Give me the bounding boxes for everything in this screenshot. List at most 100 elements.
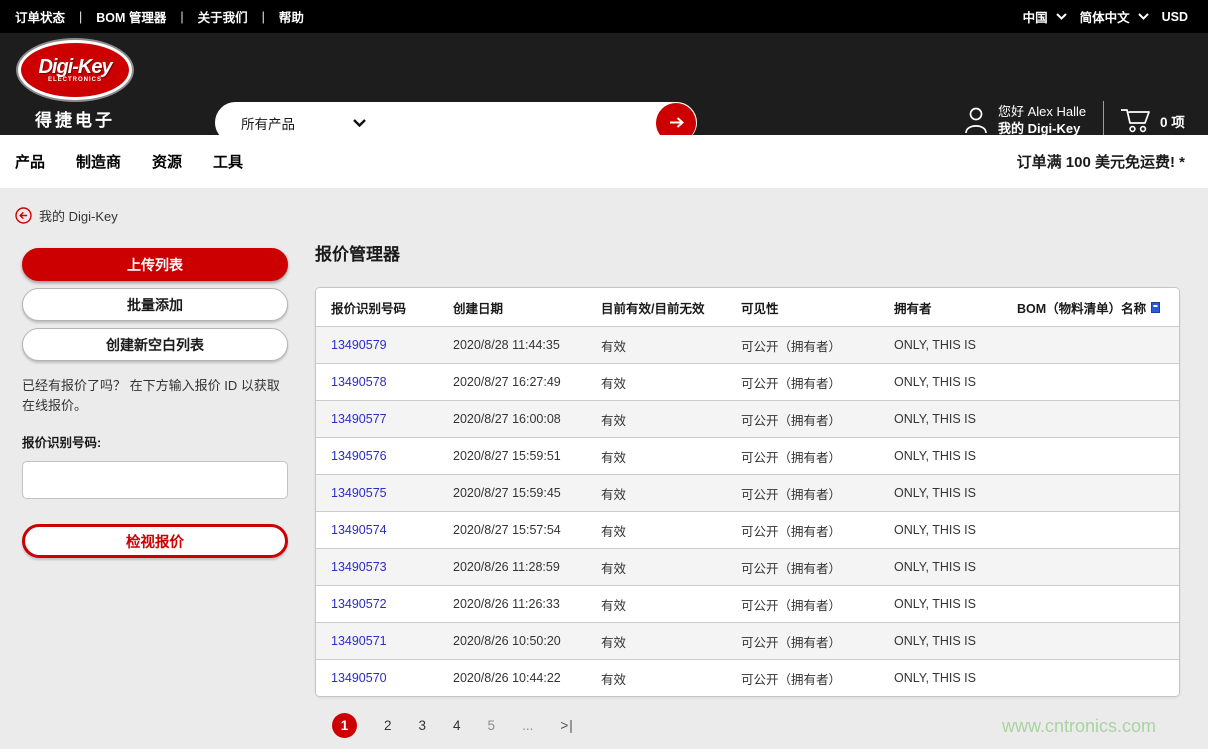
cart-icon: [1120, 107, 1151, 134]
quote-id-link[interactable]: 13490573: [331, 560, 387, 574]
pagination-ellipsis: ...: [522, 718, 533, 733]
view-quote-button[interactable]: 检视报价: [22, 524, 288, 558]
visibility-cell: 可公开（拥有者）: [741, 336, 894, 355]
search-category-dropdown[interactable]: 所有产品: [215, 113, 376, 133]
topbar-link-bom-manager[interactable]: BOM 管理器: [96, 7, 166, 26]
quote-id-input[interactable]: [22, 461, 288, 499]
owner-cell: ONLY, THIS IS: [894, 375, 1017, 389]
currency-label: USD: [1162, 10, 1188, 24]
status-cell: 有效: [601, 373, 741, 392]
visibility-cell: 可公开（拥有者）: [741, 521, 894, 540]
table-row: 13490578 2020/8/27 16:27:49 有效 可公开（拥有者） …: [316, 363, 1179, 400]
nav-item-manufacturers[interactable]: 制造商: [76, 151, 121, 172]
owner-cell: ONLY, THIS IS: [894, 634, 1017, 648]
owner-cell: ONLY, THIS IS: [894, 412, 1017, 426]
topbar-link-about-us[interactable]: 关于我们: [198, 7, 248, 26]
quote-id-label: 报价识别号码:: [22, 432, 288, 451]
quote-id-link[interactable]: 13490574: [331, 523, 387, 537]
quote-id-link[interactable]: 13490576: [331, 449, 387, 463]
column-header-visibility: 可见性: [741, 298, 894, 317]
breadcrumb[interactable]: 我的 Digi-Key: [15, 206, 118, 225]
visibility-cell: 可公开（拥有者）: [741, 632, 894, 651]
table-row: 13490572 2020/8/26 11:26:33 有效 可公开（拥有者） …: [316, 585, 1179, 622]
pagination-page-5[interactable]: 5: [488, 718, 496, 733]
status-cell: 有效: [601, 669, 741, 688]
topbar-locale-controls: 中国 简体中文 USD: [1023, 7, 1188, 26]
owner-cell: ONLY, THIS IS: [894, 523, 1017, 537]
created-date-cell: 2020/8/28 11:44:35: [453, 338, 601, 352]
breadcrumb-label: 我的 Digi-Key: [39, 206, 118, 225]
pagination-page-2[interactable]: 2: [384, 718, 392, 733]
created-date-cell: 2020/8/26 10:50:20: [453, 634, 601, 648]
pagination-last-page-button[interactable]: >|: [560, 718, 573, 733]
visibility-cell: 可公开（拥有者）: [741, 558, 894, 577]
table-row: 13490576 2020/8/27 15:59:51 有效 可公开（拥有者） …: [316, 437, 1179, 474]
column-header-status: 目前有效/目前无效: [601, 298, 741, 317]
search-input[interactable]: [376, 108, 656, 138]
visibility-cell: 可公开（拥有者）: [741, 447, 894, 466]
table-row: 13490570 2020/8/26 10:44:22 有效 可公开（拥有者） …: [316, 659, 1179, 696]
account-menu[interactable]: 您好 Alex Halle 我的 Digi-Key: [963, 103, 1086, 137]
visibility-cell: 可公开（拥有者）: [741, 484, 894, 503]
status-cell: 有效: [601, 447, 741, 466]
cart-count: 0 项: [1160, 111, 1185, 131]
pagination-page-4[interactable]: 4: [453, 718, 461, 733]
quote-id-link[interactable]: 13490577: [331, 412, 387, 426]
quote-id-link[interactable]: 13490571: [331, 634, 387, 648]
owner-cell: ONLY, THIS IS: [894, 671, 1017, 685]
currency-selector[interactable]: USD: [1162, 10, 1188, 24]
visibility-cell: 可公开（拥有者）: [741, 595, 894, 614]
language-selector[interactable]: 简体中文: [1080, 7, 1149, 26]
region-label: 中国: [1023, 7, 1048, 26]
chevron-down-icon: [1056, 13, 1067, 20]
quotes-table: 报价识别号码 创建日期 目前有效/目前无效 可见性 拥有者 BOM（物料清单）名…: [315, 287, 1180, 697]
topbar-link-order-status[interactable]: 订单状态: [15, 7, 65, 26]
search-category-label: 所有产品: [241, 113, 295, 133]
cart-button[interactable]: 0 项: [1120, 107, 1185, 134]
created-date-cell: 2020/8/27 16:27:49: [453, 375, 601, 389]
column-header-owner: 拥有者: [894, 298, 1017, 317]
greeting-text: 您好 Alex Halle: [998, 103, 1086, 120]
created-date-cell: 2020/8/26 11:26:33: [453, 597, 601, 611]
status-cell: 有效: [601, 558, 741, 577]
pagination-page-3[interactable]: 3: [419, 718, 427, 733]
column-header-bom-name: BOM（物料清单）名称: [1017, 298, 1179, 317]
pagination-page-1-current[interactable]: 1: [332, 713, 357, 738]
page-title: 报价管理器: [315, 245, 1180, 265]
quote-id-link[interactable]: 13490578: [331, 375, 387, 389]
sidebar: 上传列表 批量添加 创建新空白列表 已经有报价了吗？ 在下方输入报价 ID 以获…: [22, 248, 288, 558]
column-header-created-date: 创建日期: [453, 298, 601, 317]
table-row: 13490577 2020/8/27 16:00:08 有效 可公开（拥有者） …: [316, 400, 1179, 437]
table-row: 13490575 2020/8/27 15:59:45 有效 可公开（拥有者） …: [316, 474, 1179, 511]
nav-items: 产品 制造商 资源 工具: [15, 151, 243, 172]
back-circle-icon: [15, 207, 32, 224]
main-content: 报价管理器 报价识别号码 创建日期 目前有效/目前无效 可见性 拥有者 BOM（…: [315, 245, 1180, 738]
created-date-cell: 2020/8/27 16:00:08: [453, 412, 601, 426]
quote-id-link[interactable]: 13490572: [331, 597, 387, 611]
create-blank-list-button[interactable]: 创建新空白列表: [22, 328, 288, 361]
quote-id-link[interactable]: 13490570: [331, 671, 387, 685]
status-cell: 有效: [601, 336, 741, 355]
digikey-logo-oval: Digi-Key ELECTRONICS: [18, 40, 132, 100]
region-selector[interactable]: 中国: [1023, 7, 1067, 26]
created-date-cell: 2020/8/27 15:59:51: [453, 449, 601, 463]
site-header: Digi-Key ELECTRONICS 得捷电子 所有产品: [0, 33, 1208, 135]
status-cell: 有效: [601, 521, 741, 540]
digikey-logo[interactable]: Digi-Key ELECTRONICS 得捷电子: [15, 40, 135, 131]
topbar-link-help[interactable]: 帮助: [279, 7, 304, 26]
sort-icon[interactable]: [1151, 302, 1160, 313]
quote-id-link[interactable]: 13490579: [331, 338, 387, 352]
nav-item-resources[interactable]: 资源: [152, 151, 182, 172]
visibility-cell: 可公开（拥有者）: [741, 373, 894, 392]
bulk-add-button[interactable]: 批量添加: [22, 288, 288, 321]
created-date-cell: 2020/8/26 11:28:59: [453, 560, 601, 574]
nav-item-products[interactable]: 产品: [15, 151, 45, 172]
nav-item-tools[interactable]: 工具: [213, 151, 243, 172]
upload-list-button[interactable]: 上传列表: [22, 248, 288, 281]
logo-wordmark: Digi-Key: [38, 57, 111, 77]
quote-prompt-text: 已经有报价了吗？ 在下方输入报价 ID 以获取在线报价。: [22, 376, 288, 416]
free-shipping-promo: 订单满 100 美元免运费! *: [1017, 151, 1185, 172]
quote-id-link[interactable]: 13490575: [331, 486, 387, 500]
table-row: 13490574 2020/8/27 15:57:54 有效 可公开（拥有者） …: [316, 511, 1179, 548]
watermark-text: www.cntronics.com: [1002, 716, 1156, 737]
